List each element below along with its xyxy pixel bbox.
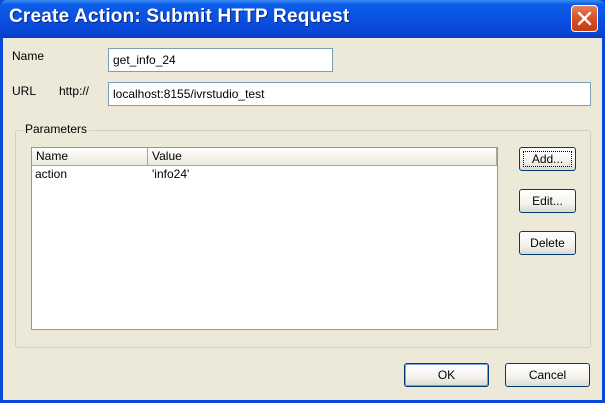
cancel-button[interactable]: Cancel bbox=[505, 363, 590, 387]
edit-button-label: Edit... bbox=[532, 194, 563, 208]
cancel-button-label: Cancel bbox=[528, 368, 567, 382]
parameters-list[interactable]: Name Value action 'info24' bbox=[31, 147, 498, 330]
row-name-cell: action bbox=[35, 167, 68, 181]
title-bar[interactable]: Create Action: Submit HTTP Request bbox=[0, 0, 605, 38]
add-button[interactable]: Add... bbox=[519, 147, 576, 171]
focus-ring bbox=[523, 151, 572, 167]
url-input[interactable] bbox=[108, 82, 591, 106]
name-input[interactable] bbox=[108, 48, 333, 72]
url-label: URL bbox=[12, 84, 37, 98]
delete-button[interactable]: Delete bbox=[519, 231, 576, 255]
parameters-group-label: Parameters bbox=[23, 122, 90, 136]
parameters-group: Parameters Name Value action 'info24' Ad… bbox=[15, 122, 591, 348]
edit-button[interactable]: Edit... bbox=[519, 189, 576, 213]
delete-button-label: Delete bbox=[530, 236, 565, 250]
table-row[interactable]: action 'info24' bbox=[32, 166, 497, 182]
url-prefix: http:// bbox=[59, 84, 90, 98]
list-header: Name Value bbox=[32, 148, 497, 166]
ok-button-label: OK bbox=[437, 368, 456, 382]
dialog-window: Create Action: Submit HTTP Request Name … bbox=[0, 0, 605, 403]
dialog-body: Name URL http:// Parameters Name Value a… bbox=[3, 38, 602, 400]
row-value-cell: 'info24' bbox=[152, 167, 190, 181]
name-label: Name bbox=[12, 49, 45, 63]
ok-button[interactable]: OK bbox=[404, 363, 489, 387]
column-header-value[interactable]: Value bbox=[148, 148, 497, 165]
close-icon bbox=[577, 11, 592, 26]
close-button[interactable] bbox=[571, 5, 598, 32]
window-title: Create Action: Submit HTTP Request bbox=[9, 6, 350, 27]
column-header-name[interactable]: Name bbox=[32, 148, 148, 165]
